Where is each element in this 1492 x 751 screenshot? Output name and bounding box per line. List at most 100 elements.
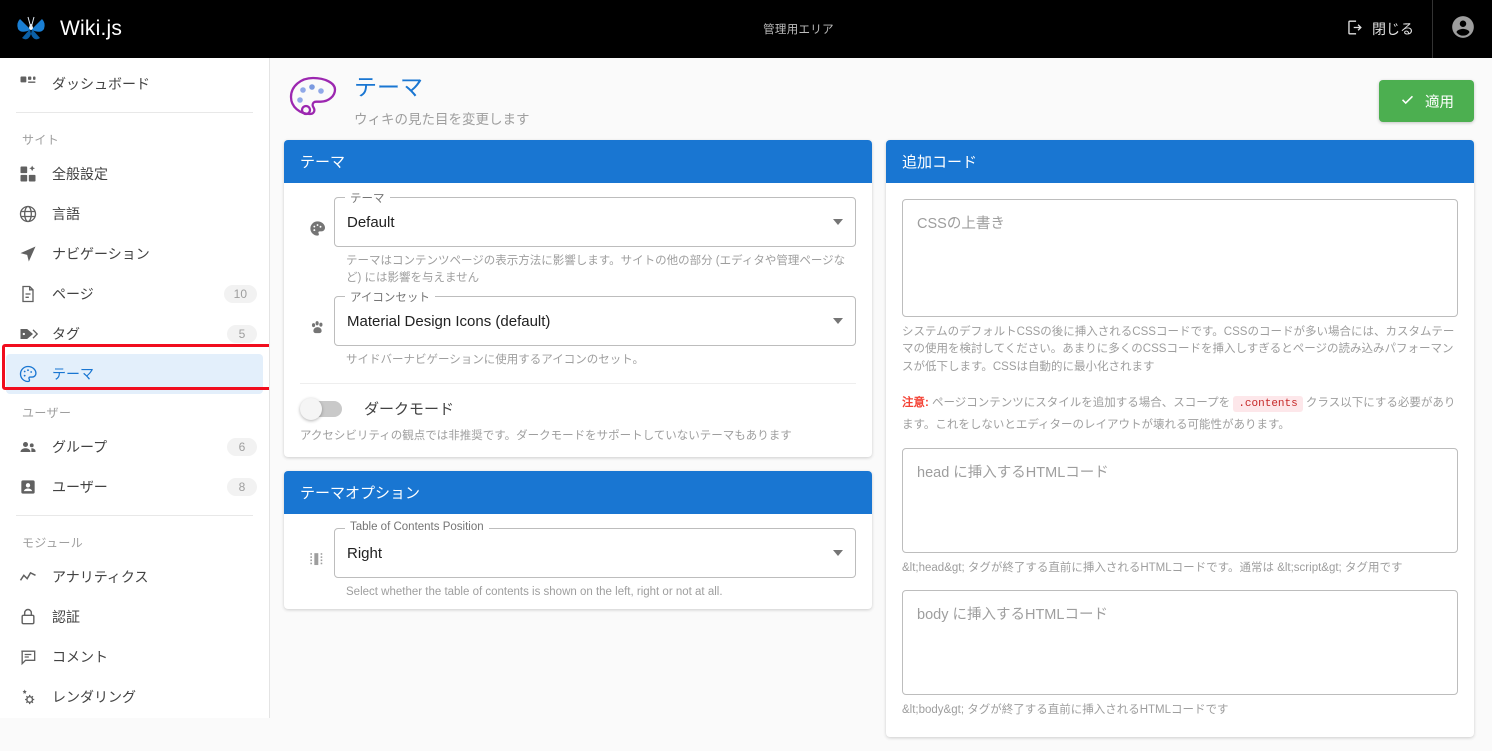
main-content: テーマ ウィキの見た目を変更します 適用 テーマ テーマ Default テーマ… (270, 58, 1492, 737)
page-header: テーマ ウィキの見た目を変更します 適用 (270, 58, 1492, 140)
sidebar-item-auth[interactable]: 認証 (0, 597, 269, 637)
css-scope-code-chip: .contents (1233, 395, 1303, 412)
dark-mode-hint: アクセシビリティの観点では非推奨です。ダークモードをサポートしていないテーマもあ… (300, 430, 792, 443)
iconset-select-legend: アイコンセット (345, 289, 435, 306)
theme-select[interactable]: テーマ Default (334, 190, 856, 247)
sidebar-item-label: 認証 (52, 609, 80, 625)
page-title: テーマ (354, 74, 423, 101)
iconset-select[interactable]: アイコンセット Material Design Icons (default) (334, 289, 856, 347)
sidebar-item-label: コメント (52, 649, 108, 665)
sidebar: ダッシュボード サイト 全般設定 言語 ナビゲーション ページ 10 タグ 5 … (0, 58, 270, 718)
sidebar-dashboard-wrap: ダッシュボード (0, 58, 269, 104)
admin-area-title-wrap: 管理用エリア (270, 21, 1327, 37)
head-html-hint: &lt;head&gt; タグが終了する直前に挿入されるHTMLコードです。通常… (902, 562, 1403, 575)
css-override-textarea[interactable] (902, 199, 1458, 317)
theme-card: テーマ テーマ Default テーマはコンテンツページの表示方法に影響します。… (284, 140, 872, 458)
panels-columns: テーマ テーマ Default テーマはコンテンツページの表示方法に影響します。… (270, 140, 1492, 751)
file-document-icon (18, 284, 44, 304)
apply-button[interactable]: 適用 (1379, 80, 1474, 122)
view-dashboard-icon (18, 74, 44, 94)
cog-box-icon (18, 164, 44, 184)
sidebar-item-label: テーマ (52, 366, 94, 382)
css-scope-note-prefix: 注意: (902, 396, 929, 409)
top-bar: Wiki.js 管理用エリア 閉じる (0, 0, 1492, 58)
lock-icon (18, 607, 44, 627)
additional-code-card-header: 追加コード (886, 140, 1474, 183)
paw-icon (300, 296, 334, 337)
sidebar-item-groups[interactable]: グループ 6 (0, 427, 269, 467)
theme-field-row: テーマ Default テーマはコンテンツページの表示方法に影響します。サイトの… (300, 190, 856, 286)
theme-options-card-body: Table of Contents Position Right Select … (284, 514, 872, 609)
brand[interactable]: Wiki.js (0, 14, 270, 44)
right-column: 追加コード システムのデフォルトCSSの後に挿入されるCSSコードです。CSSの… (886, 140, 1474, 751)
admin-area-label: 管理用エリア (763, 24, 834, 36)
head-field-wrap: &lt;head&gt; タグが終了する直前に挿入されるHTMLコードです。通常… (902, 446, 1458, 587)
sidebar-item-general[interactable]: 全般設定 (0, 154, 269, 194)
theme-field-main: テーマ Default テーマはコンテンツページの表示方法に影響します。サイトの… (334, 190, 856, 286)
tag-multiple-icon (18, 324, 44, 344)
page-title-group: テーマ ウィキの見た目を変更します (354, 74, 1379, 127)
chart-timeline-variant-icon (18, 567, 44, 587)
sidebar-item-pages[interactable]: ページ 10 (0, 274, 269, 314)
sidebar-item-comments[interactable]: コメント (0, 637, 269, 677)
close-button[interactable]: 閉じる (1327, 0, 1432, 58)
toc-select-legend: Table of Contents Position (345, 521, 489, 534)
account-circle-icon (1450, 14, 1476, 45)
css-hint: システムのデフォルトCSSの後に挿入されるCSSコードです。CSSのコードが多い… (902, 326, 1455, 373)
sidebar-badge-groups: 6 (227, 438, 257, 456)
palette-icon (300, 197, 334, 238)
account-button[interactable] (1432, 0, 1492, 58)
theme-select-legend: テーマ (345, 190, 390, 206)
sidebar-item-users[interactable]: ユーザー 8 (0, 467, 269, 507)
sidebar-item-label: ダッシュボード (52, 76, 150, 92)
brand-name: Wiki.js (60, 17, 123, 40)
sidebar-item-tags[interactable]: タグ 5 (0, 314, 269, 354)
sidebar-item-label: ナビゲーション (52, 246, 150, 262)
additional-code-card: 追加コード システムのデフォルトCSSの後に挿入されるCSSコードです。CSSの… (886, 140, 1474, 737)
left-column: テーマ テーマ Default テーマはコンテンツページの表示方法に影響します。… (284, 140, 872, 751)
body-html-textarea[interactable] (902, 589, 1458, 695)
sidebar-section-title-users: ユーザー (22, 406, 72, 420)
toc-select-value: Right (347, 544, 383, 562)
sidebar-item-label: 全般設定 (52, 166, 108, 182)
cogs-icon (18, 687, 44, 707)
account-box-icon (18, 477, 44, 497)
iconset-field-main: アイコンセット Material Design Icons (default) … (334, 289, 856, 369)
head-html-textarea[interactable] (902, 448, 1458, 554)
dark-mode-label: ダークモード (364, 401, 455, 419)
sidebar-item-dashboard[interactable]: ダッシュボード (0, 64, 269, 104)
sidebar-item-analytics[interactable]: アナリティクス (0, 557, 269, 597)
divider (16, 515, 253, 516)
theme-card-body: テーマ Default テーマはコンテンツページの表示方法に影響します。サイトの… (284, 183, 872, 457)
sidebar-section-title-modules: モジュール (22, 536, 84, 550)
toc-field-main: Table of Contents Position Right Select … (334, 521, 856, 601)
chevron-down-icon (833, 550, 843, 557)
sidebar-item-label: レンダリング (52, 689, 136, 705)
css-field-wrap: システムのデフォルトCSSの後に挿入されるCSSコードです。CSSのコードが多い… (902, 197, 1458, 446)
toc-position-select[interactable]: Table of Contents Position Right (334, 521, 856, 579)
dark-mode-toggle[interactable] (300, 397, 342, 420)
comment-text-icon (18, 647, 44, 667)
apply-button-label: 適用 (1425, 94, 1454, 111)
theme-options-card: テーマオプション Table of Contents Position Righ… (284, 471, 872, 609)
sidebar-item-theme[interactable]: テーマ (6, 354, 263, 394)
chevron-down-icon (833, 318, 843, 325)
divider (16, 112, 253, 113)
theme-card-header: テーマ (284, 140, 872, 183)
dark-mode-row: ダークモード (300, 384, 856, 420)
additional-code-card-body: システムのデフォルトCSSの後に挿入されるCSSコードです。CSSのコードが多い… (886, 183, 1474, 737)
sidebar-item-rendering[interactable]: レンダリング (0, 677, 269, 717)
body-html-hint: &lt;body&gt; タグが終了する直前に挿入されるHTMLコードです (902, 703, 1229, 716)
sidebar-badge-tags: 5 (227, 325, 257, 343)
chevron-down-icon (833, 219, 843, 225)
sidebar-badge-users: 8 (227, 478, 257, 496)
navigation-icon (18, 244, 44, 264)
sidebar-item-navigation[interactable]: ナビゲーション (0, 234, 269, 274)
palette-icon (18, 364, 44, 384)
sidebar-item-locale[interactable]: 言語 (0, 194, 269, 234)
sidebar-item-label: グループ (52, 439, 108, 455)
account-group-icon (18, 437, 44, 457)
css-scope-note-part1: ページコンテンツにスタイルを追加する場合、スコープを (928, 396, 1234, 409)
iconset-select-value: Material Design Icons (default) (347, 312, 551, 330)
toggle-knob (300, 397, 322, 420)
